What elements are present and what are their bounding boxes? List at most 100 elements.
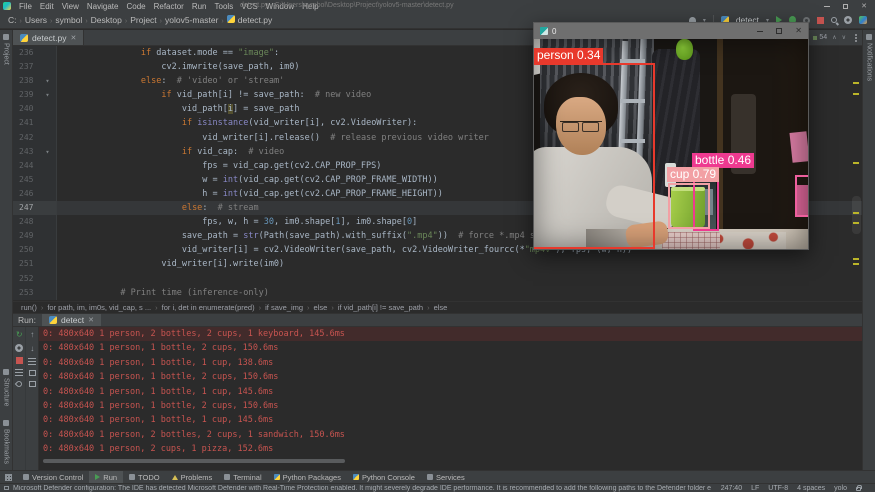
menu-item-navigate[interactable]: Navigate (83, 2, 123, 11)
editor-breadcrumb-item[interactable]: if vid_path[i] != save_path (338, 303, 423, 312)
right-toolwindow-stripe: Notifications (862, 30, 875, 470)
left-toolwindow-stripe: Project Structure Bookmarks (0, 30, 13, 470)
breadcrumb-item[interactable]: C: (8, 15, 17, 25)
line-number: 244 (13, 159, 39, 173)
maximize-icon[interactable] (843, 4, 848, 9)
settings-icon[interactable] (15, 344, 23, 352)
toolwindow-icon (129, 474, 135, 480)
toolwindow-button-problems[interactable]: Problems (166, 471, 219, 483)
breadcrumb-item[interactable]: detect.py (238, 15, 273, 25)
breadcrumb-item[interactable]: Desktop (91, 15, 122, 25)
status-item[interactable]: 4 spaces (797, 485, 825, 492)
gear-icon[interactable] (844, 16, 852, 24)
status-item[interactable]: 247:40 (721, 485, 742, 492)
opencv-window[interactable]: 0 ✕ (533, 22, 809, 250)
toolwindow-button-run[interactable]: Run (89, 471, 123, 483)
status-item[interactable]: LF (751, 485, 759, 492)
down-stack-icon[interactable]: ↓ (30, 344, 34, 353)
warning-stripe-mark[interactable] (853, 258, 859, 260)
soft-wrap-icon[interactable] (28, 358, 36, 365)
editor-options-icon[interactable] (850, 30, 862, 45)
menu-item-tools[interactable]: Tools (211, 2, 238, 11)
fold-icon[interactable]: ▾ (39, 145, 57, 159)
maximize-icon[interactable] (776, 28, 782, 34)
sidebar-item-project[interactable]: Project (3, 34, 10, 65)
breadcrumb-item[interactable]: symbol (55, 15, 82, 25)
warning-stripe-mark[interactable] (853, 222, 859, 224)
status-item[interactable]: UTF-8 (768, 485, 788, 492)
prev-problem-icon[interactable]: ∧ (832, 34, 836, 41)
python-file-icon (20, 34, 28, 42)
console-hscrollbar[interactable] (43, 459, 345, 463)
line-number: 239 (13, 88, 39, 102)
close-icon[interactable]: ✕ (88, 316, 94, 324)
search-icon[interactable] (831, 17, 837, 23)
breadcrumb-item[interactable]: Users (25, 15, 47, 25)
run-tab-detect[interactable]: detect ✕ (42, 314, 101, 326)
toolwindow-button-python-console[interactable]: Python Console (347, 471, 421, 483)
status-item[interactable]: yolo (834, 485, 847, 492)
sidebar-item-structure[interactable]: Structure (3, 369, 10, 406)
close-icon[interactable]: ✕ (861, 3, 867, 10)
toolwindow-button-services[interactable]: Services (421, 471, 471, 483)
line-number: 249 (13, 229, 39, 243)
menu-item-view[interactable]: View (58, 2, 83, 11)
clear-console-icon[interactable] (29, 381, 36, 387)
sidebar-item-bookmarks[interactable]: Bookmarks (3, 420, 10, 464)
editor-breadcrumb-item[interactable]: for i, det in enumerate(pred) (162, 303, 255, 312)
code-line[interactable]: 252 (13, 272, 862, 286)
editor-scrollbar[interactable] (852, 196, 861, 234)
stop-button[interactable] (817, 17, 824, 24)
tab-detect-py[interactable]: detect.py ✕ (13, 30, 84, 45)
toolwindow-button-python-packages[interactable]: Python Packages (268, 471, 347, 483)
stop-icon[interactable] (16, 357, 23, 364)
window-title: detect.py - C:\Users\symbol\Desktop\Proj… (240, 2, 454, 9)
next-problem-icon[interactable]: ∨ (842, 34, 846, 41)
close-icon[interactable]: ✕ (71, 34, 77, 42)
editor-breadcrumb-item[interactable]: if save_img (265, 303, 303, 312)
breadcrumb-item[interactable]: Project (130, 15, 156, 25)
status-message[interactable]: Microsoft Defender configuration: The ID… (13, 485, 711, 492)
scroll-to-end-icon[interactable] (29, 370, 36, 376)
pin-icon[interactable] (15, 380, 23, 388)
close-icon[interactable]: ✕ (795, 27, 802, 35)
warning-stripe-mark[interactable] (853, 162, 859, 164)
editor-breadcrumb-item[interactable]: for path, im, im0s, vid_cap, s ... (47, 303, 151, 312)
fold-icon[interactable]: ▾ (39, 74, 57, 88)
menu-item-refactor[interactable]: Refactor (150, 2, 188, 11)
code-line[interactable]: 253 # Print time (inference-only) (13, 286, 862, 300)
rerun-icon[interactable]: ↻ (16, 330, 23, 339)
editor-breadcrumb-item[interactable]: else (434, 303, 448, 312)
plugin-update-icon[interactable] (859, 16, 867, 24)
toolwindow-button-terminal[interactable]: Terminal (218, 471, 267, 483)
minimize-icon[interactable] (757, 31, 763, 32)
warning-stripe-mark[interactable] (853, 263, 859, 265)
warning-stripe-mark[interactable] (853, 212, 859, 214)
gutter (39, 201, 57, 215)
editor-breadcrumb-item[interactable]: else (314, 303, 328, 312)
toolwindow-switcher-icon[interactable] (5, 474, 12, 481)
warning-stripe-mark[interactable] (853, 93, 859, 95)
menu-item-run[interactable]: Run (188, 2, 211, 11)
minimize-icon[interactable] (824, 6, 830, 7)
warning-stripe-mark[interactable] (853, 82, 859, 84)
lock-icon[interactable] (856, 487, 861, 491)
menu-item-code[interactable]: Code (122, 2, 149, 11)
toolwindow-button-todo[interactable]: TODO (123, 471, 166, 483)
up-stack-icon[interactable]: ↑ (30, 330, 34, 339)
toolwindow-button-version-control[interactable]: Version Control (17, 471, 89, 483)
breadcrumb-item[interactable]: yolov5-master (165, 15, 218, 25)
menu-item-edit[interactable]: Edit (36, 2, 58, 11)
run-console[interactable]: 0: 480x640 1 person, 2 bottles, 2 cups, … (39, 327, 862, 470)
show-options-icon[interactable] (15, 369, 23, 376)
code-line[interactable]: 251 vid_writer[i].write(im0) (13, 257, 862, 271)
fold-icon[interactable]: ▾ (39, 88, 57, 102)
line-number: 243 (13, 145, 39, 159)
menu-item-file[interactable]: File (15, 2, 36, 11)
opencv-title-bar[interactable]: 0 ✕ (534, 23, 808, 39)
sidebar-item-notifications[interactable]: Notifications (866, 34, 873, 81)
editor-breadcrumb-item[interactable]: run() (21, 303, 37, 312)
event-log-icon[interactable] (4, 486, 9, 490)
python-file-icon (49, 316, 57, 324)
opencv-app-icon (540, 27, 548, 35)
